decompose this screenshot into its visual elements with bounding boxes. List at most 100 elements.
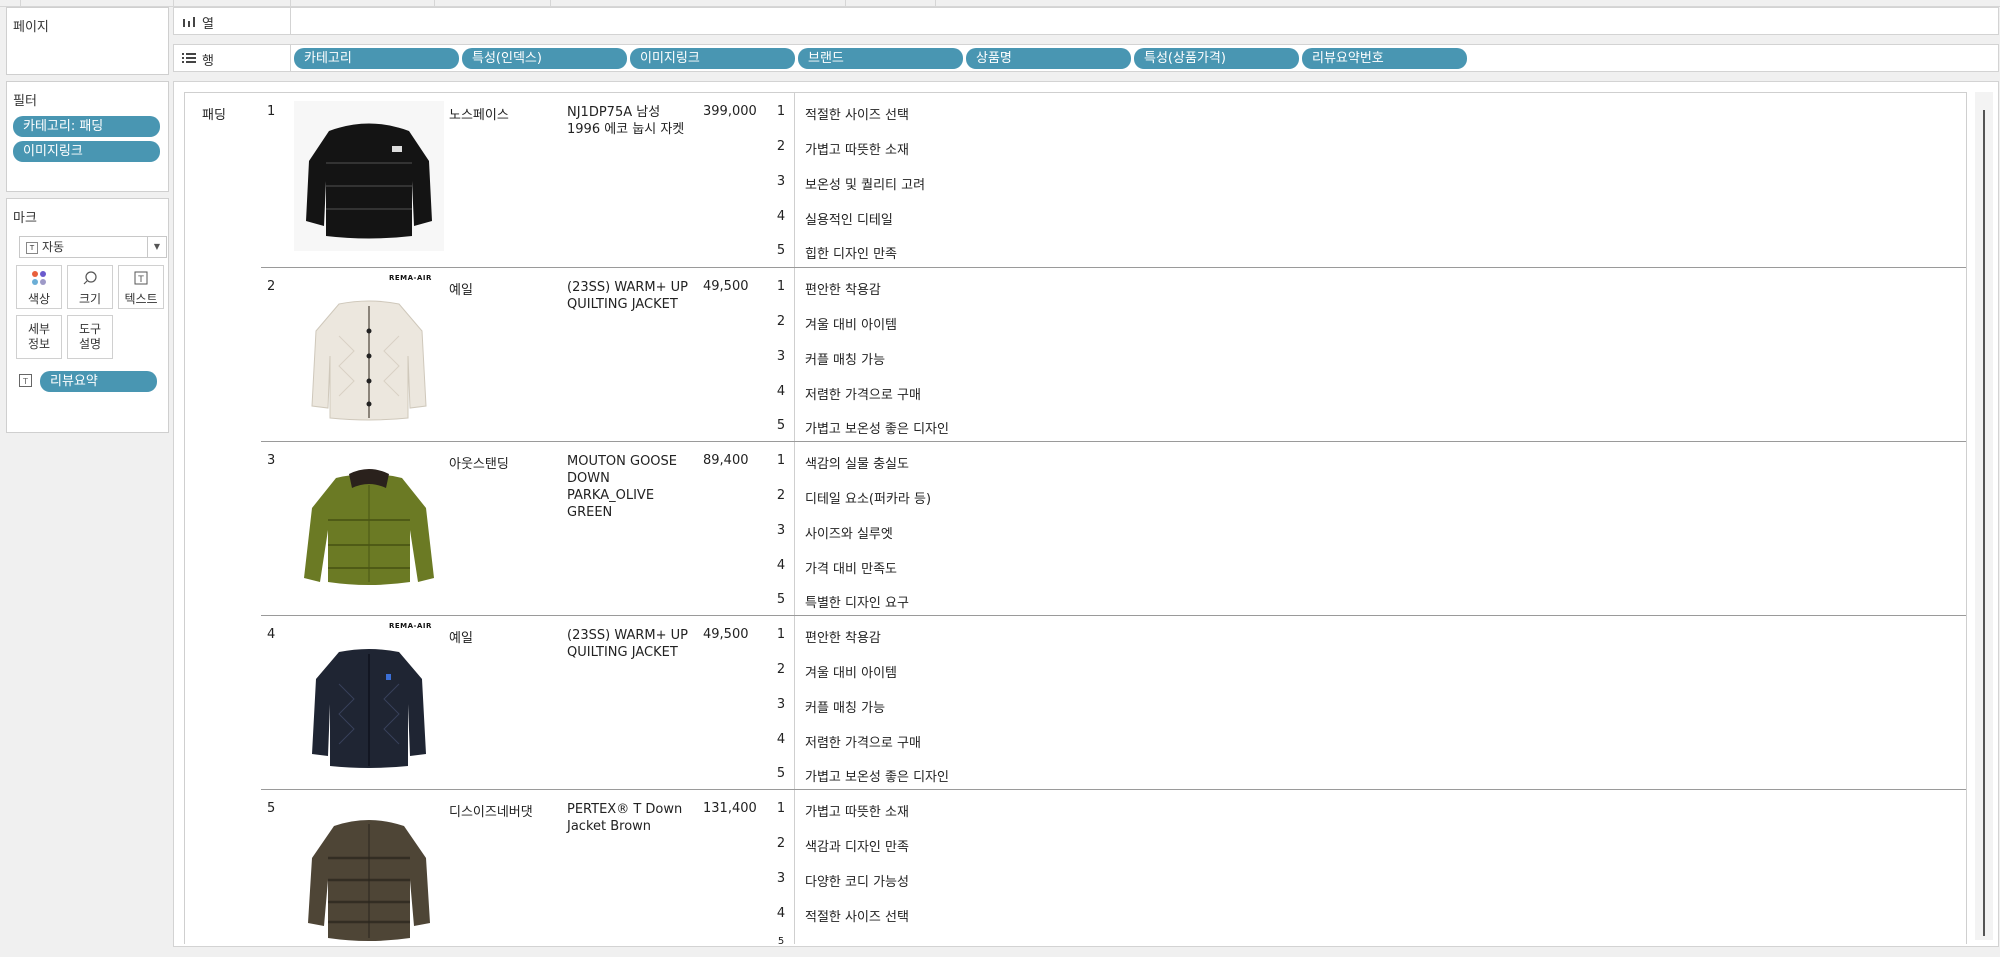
review-number: 3: [776, 523, 786, 538]
product-name-cell: (23SS) WARM+ UP QUILTING JACKET: [567, 280, 688, 312]
brand-cell: 예일: [449, 631, 473, 646]
text-button[interactable]: T 텍스트: [118, 265, 164, 309]
rows-label: 행: [202, 54, 214, 69]
review-text: 커플 매칭 가능: [805, 353, 886, 368]
table-row[interactable]: 2 REMA-AIR 예일 (23SS) WARM+ UP QUILTING J…: [261, 267, 1966, 442]
filters-card[interactable]: 필터 카테고리: 패딩 이미지링크: [6, 81, 169, 192]
review-number: 5: [776, 418, 786, 433]
tooltip-button[interactable]: 도구 설명: [67, 315, 113, 359]
review-text: 커플 매칭 가능: [805, 701, 886, 716]
marks-card[interactable]: 마크 T 자동 ▼ 색상 크기 T 텍스트 세부 정보 도구 설명 T 리뷰요약: [6, 198, 169, 433]
size-label: 크기: [78, 292, 102, 306]
row-pill-index[interactable]: 특성(인덱스): [462, 48, 627, 69]
brand-cell: 노스페이스: [449, 108, 509, 123]
table-row[interactable]: 1 노스페이스 NJ1DP75A 남성 1996 에코 눕시 자켓 399,00…: [261, 93, 1966, 267]
price-cell: 131,400: [703, 801, 757, 816]
review-text: 가볍고 보온성 좋은 디자인: [805, 422, 949, 437]
review-text: 색감과 디자인 만족: [805, 840, 909, 855]
rank-cell: 5: [267, 801, 276, 816]
review-text: 저렴한 가격으로 구매: [805, 388, 921, 403]
review-text: 편안한 착용감: [805, 631, 881, 646]
review-text: 가볍고 따뜻한 소재: [805, 805, 909, 820]
filter-pill-category[interactable]: 카테고리: 패딩: [13, 116, 160, 137]
row-pill-image-link[interactable]: 이미지링크: [630, 48, 795, 69]
product-name-cell: (23SS) WARM+ UP QUILTING JACKET: [567, 628, 688, 660]
brand-cell: 디스이즈네버댓: [449, 805, 533, 820]
review-text: 디테일 요소(퍼카라 등): [805, 492, 932, 507]
review-text: 실용적인 디테일: [805, 213, 893, 228]
columns-icon: [182, 15, 196, 31]
row-pill-product-name[interactable]: 상품명: [966, 48, 1131, 69]
table-row[interactable]: 4 REMA-AIR 예일 (23SS) WARM+ UP QUILTING J…: [261, 615, 1966, 790]
marks-title: 마크: [13, 211, 37, 226]
review-number: 2: [776, 139, 786, 154]
review-number: 4: [776, 558, 786, 573]
text-icon: T: [119, 270, 163, 290]
table-row[interactable]: 3 아웃스탠딩 MOUTON GOOSE DOWN PARKA_OLIVE GR…: [261, 441, 1966, 616]
text-field-pill[interactable]: 리뷰요약: [40, 371, 157, 392]
color-icon: [17, 270, 61, 290]
review-text: 겨울 대비 아이템: [805, 666, 897, 681]
review-text: 다양한 코디 가능성: [805, 875, 909, 890]
text-mark-icon: T: [26, 242, 38, 254]
product-image: [294, 450, 444, 600]
review-number: 5: [776, 243, 786, 258]
review-number: 4: [776, 732, 786, 747]
chevron-down-icon[interactable]: ▼: [147, 237, 166, 257]
top-strip: [0, 0, 2000, 7]
review-text: 특별한 디자인 요구: [805, 596, 909, 611]
columns-shelf[interactable]: 열: [173, 7, 1999, 35]
review-number: 3: [776, 349, 786, 364]
row-pill-brand[interactable]: 브랜드: [798, 48, 963, 69]
product-image: [294, 798, 444, 944]
rank-cell: 2: [267, 279, 276, 294]
review-text: 편안한 착용감: [805, 283, 881, 298]
filters-title: 필터: [13, 94, 37, 109]
review-text: 적절한 사이즈 선택: [805, 910, 909, 925]
text-field-icon: T: [19, 374, 32, 391]
table-row[interactable]: 5 디스이즈네버댓 PERTEX® T Down Jacket Brown 13…: [261, 789, 1966, 944]
price-cell: 49,500: [703, 627, 749, 642]
product-name-cell: PERTEX® T Down Jacket Brown: [567, 802, 683, 834]
filter-pill-image-link[interactable]: 이미지링크: [13, 141, 160, 162]
review-number: 1: [776, 453, 786, 468]
review-number: 1: [776, 627, 786, 642]
rank-cell: 1: [267, 104, 276, 119]
product-name-cell: MOUTON GOOSE DOWN PARKA_OLIVE GREEN: [567, 454, 677, 520]
product-image: [294, 101, 444, 251]
rows-shelf[interactable]: 행 카테고리 특성(인덱스) 이미지링크 브랜드 상품명 특성(상품가격) 리뷰…: [173, 44, 1999, 72]
tooltip-label-line1: 도구: [78, 322, 102, 336]
table-pane: 패딩 1 노스페이스 NJ1DP75A 남성 1996 에코 눕시 자켓 399…: [184, 92, 1967, 944]
review-number: 3: [776, 697, 786, 712]
detail-label-line2: 정보: [27, 337, 51, 351]
row-pill-category[interactable]: 카테고리: [294, 48, 459, 69]
row-pill-price[interactable]: 특성(상품가격): [1134, 48, 1299, 69]
scrollbar-thumb[interactable]: [1983, 110, 1985, 936]
review-text: 보온성 및 퀄리티 고려: [805, 178, 926, 193]
tooltip-label-line2: 설명: [78, 337, 102, 351]
view-area[interactable]: 패딩 1 노스페이스 NJ1DP75A 남성 1996 에코 눕시 자켓 399…: [173, 81, 1999, 947]
review-number: 2: [776, 314, 786, 329]
review-text: 겨울 대비 아이템: [805, 318, 897, 333]
brand-cell: 예일: [449, 283, 473, 298]
review-number: 4: [776, 384, 786, 399]
review-text: 가볍고 따뜻한 소재: [805, 143, 909, 158]
brand-badge: REMA-AIR: [389, 274, 432, 282]
review-number: 1: [776, 801, 786, 816]
row-pill-review-number[interactable]: 리뷰요약번호: [1302, 48, 1467, 69]
review-number: 2: [776, 836, 786, 851]
pages-card[interactable]: 페이지: [6, 7, 169, 75]
detail-label-line1: 세부: [27, 322, 51, 336]
size-button[interactable]: 크기: [67, 265, 113, 309]
svg-text:T: T: [22, 377, 28, 386]
review-number: 5: [776, 592, 786, 607]
detail-button[interactable]: 세부 정보: [16, 315, 62, 359]
price-cell: 49,500: [703, 279, 749, 294]
price-cell: 399,000: [703, 104, 757, 119]
brand-cell: 아웃스탠딩: [449, 457, 509, 472]
review-number: 3: [776, 871, 786, 886]
price-cell: 89,400: [703, 453, 749, 468]
color-button[interactable]: 색상: [16, 265, 62, 309]
vertical-scrollbar[interactable]: [1975, 92, 1993, 940]
mark-type-dropdown[interactable]: T 자동 ▼: [19, 236, 167, 258]
